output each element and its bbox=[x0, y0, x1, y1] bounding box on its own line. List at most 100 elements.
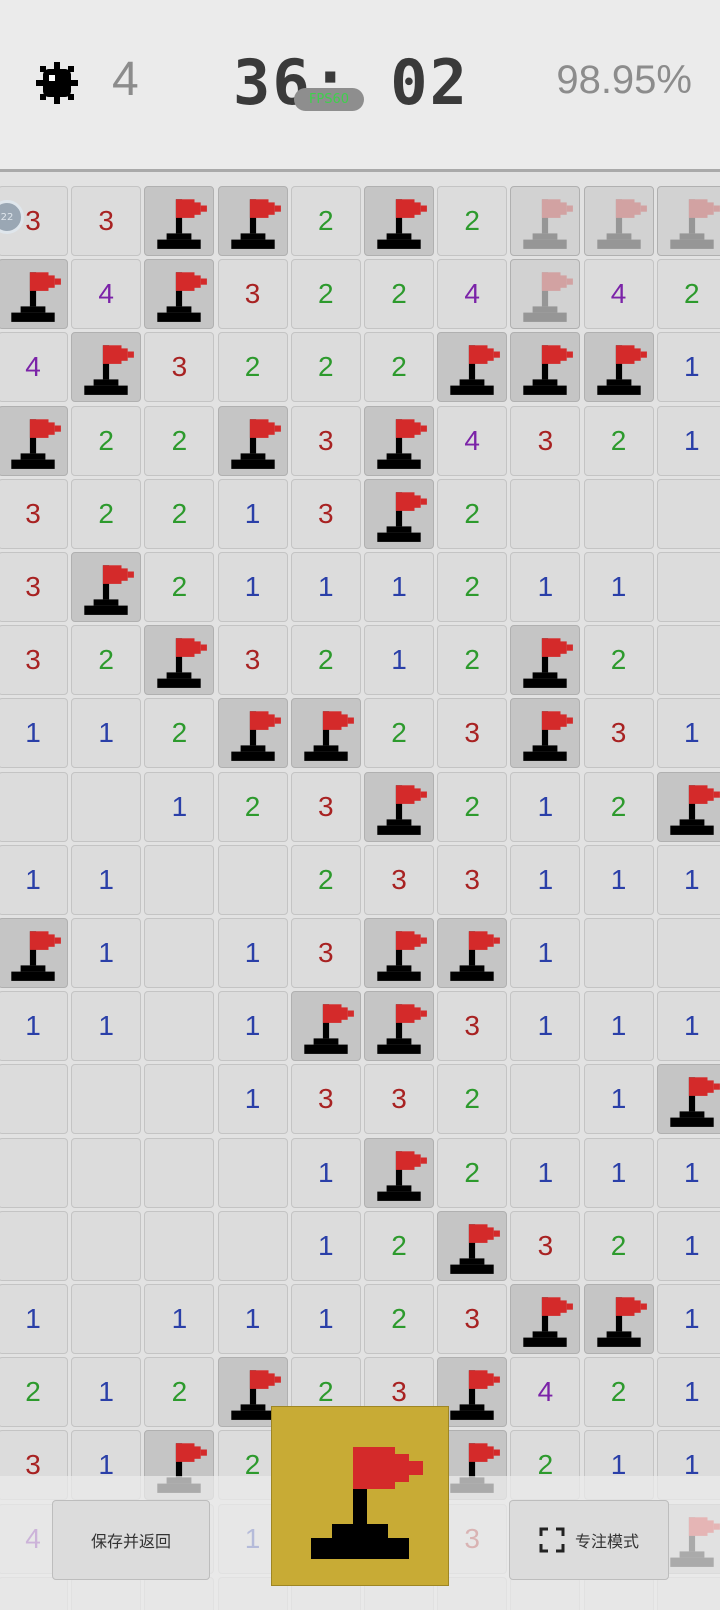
number-cell[interactable]: 2 bbox=[583, 1210, 654, 1281]
flagged-cell[interactable] bbox=[510, 259, 581, 330]
flagged-cell[interactable] bbox=[510, 698, 581, 769]
number-cell[interactable]: 1 bbox=[656, 698, 720, 769]
flagged-cell[interactable] bbox=[364, 478, 434, 549]
number-cell[interactable]: 3 bbox=[144, 332, 215, 403]
empty-cell[interactable] bbox=[0, 1064, 68, 1135]
number-cell[interactable]: 1 bbox=[71, 844, 142, 915]
flagged-cell[interactable] bbox=[71, 332, 142, 403]
flagged-cell[interactable] bbox=[437, 918, 508, 988]
number-cell[interactable]: 1 bbox=[0, 698, 68, 769]
empty-cell[interactable] bbox=[656, 625, 720, 696]
flagged-cell[interactable] bbox=[364, 918, 434, 988]
number-cell[interactable]: 1 bbox=[583, 552, 654, 622]
number-cell[interactable]: 1 bbox=[217, 991, 288, 1062]
number-cell[interactable]: 2 bbox=[437, 478, 508, 549]
empty-cell[interactable] bbox=[144, 1137, 215, 1208]
number-cell[interactable]: 2 bbox=[364, 1210, 434, 1281]
number-cell[interactable]: 1 bbox=[0, 1284, 68, 1354]
number-cell[interactable]: 2 bbox=[217, 332, 288, 403]
flagged-cell[interactable] bbox=[290, 991, 361, 1062]
number-cell[interactable]: 3 bbox=[290, 918, 361, 988]
number-cell[interactable]: 2 bbox=[144, 698, 215, 769]
number-cell[interactable]: 1 bbox=[290, 1137, 361, 1208]
empty-cell[interactable] bbox=[144, 844, 215, 915]
flagged-cell[interactable] bbox=[364, 186, 434, 256]
empty-cell[interactable] bbox=[583, 478, 654, 549]
flagged-cell[interactable] bbox=[510, 625, 581, 696]
number-cell[interactable]: 3 bbox=[290, 405, 361, 476]
number-cell[interactable]: 1 bbox=[71, 918, 142, 988]
number-cell[interactable]: 3 bbox=[0, 478, 68, 549]
flagged-cell[interactable] bbox=[217, 405, 288, 476]
empty-cell[interactable] bbox=[71, 1284, 142, 1354]
number-cell[interactable]: 3 bbox=[0, 552, 68, 622]
number-cell[interactable]: 2 bbox=[583, 625, 654, 696]
number-cell[interactable]: 4 bbox=[437, 405, 508, 476]
number-cell[interactable]: 2 bbox=[583, 1357, 654, 1428]
number-cell[interactable]: 2 bbox=[583, 771, 654, 842]
number-cell[interactable]: 2 bbox=[583, 405, 654, 476]
number-cell[interactable]: 1 bbox=[71, 698, 142, 769]
number-cell[interactable]: 1 bbox=[290, 552, 361, 622]
number-cell[interactable]: 3 bbox=[290, 1064, 361, 1135]
number-cell[interactable]: 3 bbox=[364, 1064, 434, 1135]
number-cell[interactable]: 1 bbox=[510, 991, 581, 1062]
empty-cell[interactable] bbox=[217, 844, 288, 915]
number-cell[interactable]: 1 bbox=[0, 844, 68, 915]
flagged-cell[interactable] bbox=[217, 698, 288, 769]
empty-cell[interactable] bbox=[0, 1137, 68, 1208]
number-cell[interactable]: 2 bbox=[71, 405, 142, 476]
empty-cell[interactable] bbox=[656, 552, 720, 622]
flagged-cell[interactable] bbox=[583, 186, 654, 256]
flagged-cell[interactable] bbox=[144, 625, 215, 696]
flagged-cell[interactable] bbox=[656, 186, 720, 256]
number-cell[interactable]: 2 bbox=[364, 259, 434, 330]
number-cell[interactable]: 4 bbox=[0, 332, 68, 403]
number-cell[interactable]: 1 bbox=[656, 332, 720, 403]
flagged-cell[interactable] bbox=[656, 771, 720, 842]
flagged-cell[interactable] bbox=[290, 698, 361, 769]
number-cell[interactable]: 1 bbox=[583, 1064, 654, 1135]
number-cell[interactable]: 1 bbox=[71, 1357, 142, 1428]
empty-cell[interactable] bbox=[217, 1137, 288, 1208]
number-cell[interactable]: 1 bbox=[290, 1210, 361, 1281]
empty-cell[interactable] bbox=[144, 1064, 215, 1135]
flagged-cell[interactable] bbox=[656, 1064, 720, 1135]
number-cell[interactable]: 1 bbox=[217, 1284, 288, 1354]
number-cell[interactable]: 2 bbox=[290, 625, 361, 696]
number-cell[interactable]: 2 bbox=[437, 625, 508, 696]
number-cell[interactable]: 2 bbox=[437, 1064, 508, 1135]
number-cell[interactable]: 1 bbox=[217, 918, 288, 988]
number-cell[interactable]: 2 bbox=[437, 1137, 508, 1208]
flagged-cell[interactable] bbox=[217, 186, 288, 256]
flagged-cell[interactable] bbox=[364, 1137, 434, 1208]
number-cell[interactable]: 4 bbox=[71, 259, 142, 330]
flagged-cell[interactable] bbox=[510, 1284, 581, 1354]
number-cell[interactable]: 1 bbox=[510, 918, 581, 988]
number-cell[interactable]: 2 bbox=[437, 186, 508, 256]
number-cell[interactable]: 1 bbox=[217, 1064, 288, 1135]
number-cell[interactable]: 1 bbox=[583, 1137, 654, 1208]
empty-cell[interactable] bbox=[144, 918, 215, 988]
number-cell[interactable]: 2 bbox=[364, 1284, 434, 1354]
number-cell[interactable]: 2 bbox=[144, 552, 215, 622]
empty-cell[interactable] bbox=[217, 1210, 288, 1281]
number-cell[interactable]: 1 bbox=[0, 991, 68, 1062]
save-and-return-button[interactable]: 保存并返回 bbox=[52, 1500, 210, 1580]
number-cell[interactable]: 1 bbox=[510, 771, 581, 842]
flagged-cell[interactable] bbox=[510, 332, 581, 403]
number-cell[interactable]: 1 bbox=[656, 844, 720, 915]
empty-cell[interactable] bbox=[656, 918, 720, 988]
number-cell[interactable]: 2 bbox=[144, 478, 215, 549]
number-cell[interactable]: 3 bbox=[437, 991, 508, 1062]
flag-mode-toggle[interactable] bbox=[271, 1406, 449, 1586]
number-cell[interactable]: 3 bbox=[290, 771, 361, 842]
empty-cell[interactable] bbox=[71, 1137, 142, 1208]
number-cell[interactable]: 1 bbox=[217, 552, 288, 622]
number-cell[interactable]: 1 bbox=[510, 552, 581, 622]
number-cell[interactable]: 3 bbox=[217, 625, 288, 696]
flagged-cell[interactable] bbox=[0, 405, 68, 476]
empty-cell[interactable] bbox=[583, 918, 654, 988]
number-cell[interactable]: 2 bbox=[364, 332, 434, 403]
number-cell[interactable]: 2 bbox=[364, 698, 434, 769]
